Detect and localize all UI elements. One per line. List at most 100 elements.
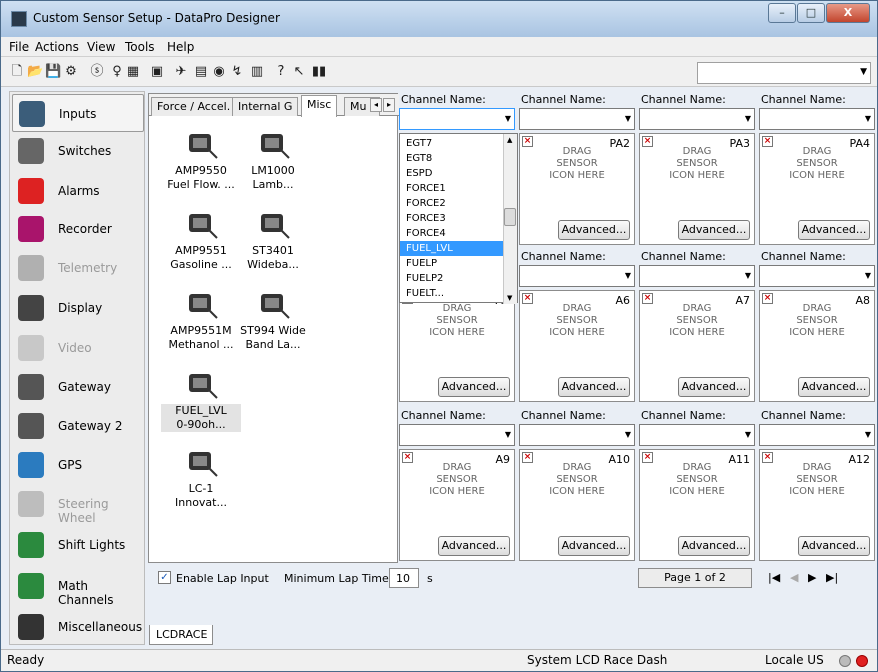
menu-tools[interactable]: Tools <box>125 40 155 54</box>
first-page-icon[interactable]: |◀ <box>768 571 780 584</box>
menu-help[interactable]: Help <box>167 40 194 54</box>
channel-drop-zone[interactable]: × PA4 DRAG SENSOR ICON HERE Advanced... <box>759 133 875 245</box>
advanced-button[interactable]: Advanced... <box>678 377 750 397</box>
tab-scroll-left-icon[interactable]: ◂ <box>370 98 382 112</box>
prev-page-icon[interactable]: ◀ <box>790 571 798 584</box>
close-button[interactable]: X <box>826 3 870 23</box>
sidebar-item-gateway-2[interactable]: Gateway 2 <box>12 407 144 445</box>
connect-icon[interactable]: ⚙ <box>63 64 79 80</box>
advanced-button[interactable]: Advanced... <box>798 536 870 556</box>
config-tab-lcdrace[interactable]: LCDRACE <box>149 625 213 645</box>
channel-drop-zone[interactable]: × A8 DRAG SENSOR ICON HERE Advanced... <box>759 290 875 402</box>
sidebar-item-miscellaneous[interactable]: Miscellaneous <box>12 608 144 646</box>
sensor-tool-icon[interactable]: ⓢ <box>89 64 105 80</box>
sidebar-item-telemetry[interactable]: Telemetry <box>12 249 144 287</box>
channel-drop-zone[interactable]: × A12 DRAG SENSOR ICON HERE Advanced... <box>759 449 875 561</box>
menu-view[interactable]: View <box>87 40 115 54</box>
dropdown-option[interactable]: FUELP <box>400 256 504 271</box>
barcode-icon[interactable]: ▮▮ <box>311 64 327 80</box>
channel-name-combo[interactable]: ▼ <box>639 424 755 446</box>
channel-drop-zone[interactable]: × A10 DRAG SENSOR ICON HERE Advanced... <box>519 449 635 561</box>
sidebar-item-alarms[interactable]: Alarms <box>12 172 144 210</box>
sidebar-item-gps[interactable]: GPS <box>12 446 144 484</box>
open-folder-icon[interactable]: 📂 <box>27 64 43 80</box>
advanced-button[interactable]: Advanced... <box>558 377 630 397</box>
minimize-button[interactable]: – <box>768 3 796 23</box>
dropdown-option[interactable]: FUELT... <box>400 286 504 301</box>
sidebar-item-display[interactable]: Display <box>12 289 144 327</box>
sidebar-item-shift-lights[interactable]: Shift Lights <box>12 526 144 564</box>
tab-scroll-right-icon[interactable]: ▸ <box>383 98 395 112</box>
dropdown-option[interactable]: FORCE1 <box>400 181 504 196</box>
gauge-icon[interactable]: ◉ <box>211 64 227 80</box>
context-help-icon[interactable]: ↖ <box>291 64 307 80</box>
sensor-item[interactable]: LC-1 Innovat... <box>161 442 241 510</box>
maximize-button[interactable]: □ <box>797 3 825 23</box>
sidebar-item-video[interactable]: Video <box>12 329 144 367</box>
channel-drop-zone[interactable]: × PA3 DRAG SENSOR ICON HERE Advanced... <box>639 133 755 245</box>
channel-name-combo[interactable]: ▼ <box>759 265 875 287</box>
menu-file[interactable]: File <box>9 40 29 54</box>
sidebar-item-gateway[interactable]: Gateway <box>12 368 144 406</box>
advanced-button[interactable]: Advanced... <box>558 220 630 240</box>
tab-force-accel[interactable]: Force / Accel. <box>151 97 237 116</box>
advanced-button[interactable]: Advanced... <box>558 536 630 556</box>
channel-name-combo[interactable]: ▼ <box>639 265 755 287</box>
last-page-icon[interactable]: ▶| <box>826 571 838 584</box>
tab-misc[interactable]: Misc <box>301 95 338 117</box>
scroll-up-icon[interactable]: ▲ <box>507 136 512 144</box>
channels-icon[interactable]: ▦ <box>125 64 141 80</box>
dropdown-option[interactable]: FORCE4 <box>400 226 504 241</box>
sidebar-item-inputs[interactable]: Inputs <box>12 94 144 132</box>
properties-icon[interactable]: ▣ <box>149 64 165 80</box>
sensor-item[interactable]: AMP9551M Methanol ... <box>161 284 241 352</box>
next-page-icon[interactable]: ▶ <box>808 571 816 584</box>
document-icon[interactable]: ▤ <box>193 64 209 80</box>
channel-name-combo[interactable]: ▼ <box>759 108 875 130</box>
channel-drop-zone[interactable]: × A7 DRAG SENSOR ICON HERE Advanced... <box>639 290 755 402</box>
enable-lap-checkbox[interactable]: ✓ <box>158 571 171 584</box>
dropdown-option[interactable]: FORCE2 <box>400 196 504 211</box>
scroll-thumb[interactable] <box>504 208 516 226</box>
channel-drop-zone[interactable]: × PA2 DRAG SENSOR ICON HERE Advanced... <box>519 133 635 245</box>
help-icon[interactable]: ? <box>273 64 289 80</box>
menu-actions[interactable]: Actions <box>35 40 79 54</box>
dropdown-option[interactable]: FUELP2 <box>400 271 504 286</box>
probe-icon[interactable]: ♀ <box>109 64 125 80</box>
min-lap-input[interactable]: 10 <box>389 568 419 588</box>
save-icon[interactable]: 💾 <box>45 64 61 80</box>
channel-drop-zone[interactable]: × A6 DRAG SENSOR ICON HERE Advanced... <box>519 290 635 402</box>
sensor-item[interactable]: AMP9551 Gasoline ... <box>161 204 241 272</box>
channel-drop-zone[interactable]: ×A5DRAGSENSORICON HEREAdvanced... <box>399 290 515 402</box>
dropdown-option[interactable]: EGT7 <box>400 136 504 151</box>
sidebar-item-math-channels[interactable]: Math Channels <box>12 567 144 607</box>
sensor-item[interactable]: ST994 Wide Band La... <box>233 284 313 352</box>
channel-name-combo[interactable]: ▼ <box>759 424 875 446</box>
sensor-item[interactable]: FUEL_LVL 0-90oh... <box>161 364 241 432</box>
tab-internal-g[interactable]: Internal G <box>232 97 299 116</box>
new-icon[interactable]: 🗋 <box>9 64 25 80</box>
dropdown-option[interactable]: EGT8 <box>400 151 504 166</box>
sidebar-item-recorder[interactable]: Recorder <box>12 210 144 248</box>
dropdown-option[interactable]: FORCE3 <box>400 211 504 226</box>
channel-name-combo[interactable]: ▼ <box>519 108 635 130</box>
sensor-item[interactable]: AMP9550 Fuel Flow. ... <box>161 124 241 192</box>
dropdown-option[interactable]: ESPD <box>400 166 504 181</box>
sidebar-item-steering-wheel[interactable]: Steering Wheel <box>12 485 144 525</box>
dropdown-scrollbar[interactable]: ▲ ▼ <box>503 134 517 304</box>
dropdown-option[interactable]: FUEL_LVL <box>400 241 504 256</box>
advanced-button[interactable]: Advanced... <box>678 220 750 240</box>
scroll-down-icon[interactable]: ▼ <box>507 294 512 302</box>
car-icon[interactable]: ✈ <box>173 64 189 80</box>
advanced-button[interactable]: Advanced... <box>798 220 870 240</box>
channel-name-combo[interactable]: ▼ <box>519 424 635 446</box>
channel-name-combo[interactable]: ▼ <box>639 108 755 130</box>
channel-drop-zone[interactable]: × A9 DRAG SENSOR ICON HERE Advanced... <box>399 449 515 561</box>
advanced-button[interactable]: Advanced... <box>798 377 870 397</box>
channel-dropdown-list[interactable]: EGT7 EGT8 ESPD FORCE1 FORCE2 FORCE3 FORCE4 FUEL… <box>399 133 518 304</box>
sensor-item[interactable]: LM1000 Lamb... <box>233 124 313 192</box>
upload-icon[interactable]: ↯ <box>229 64 245 80</box>
sidebar-item-switches[interactable]: Switches <box>12 132 144 170</box>
channel-name-combo[interactable]: ▼ <box>399 424 515 446</box>
ecu-icon[interactable]: ▥ <box>249 64 265 80</box>
